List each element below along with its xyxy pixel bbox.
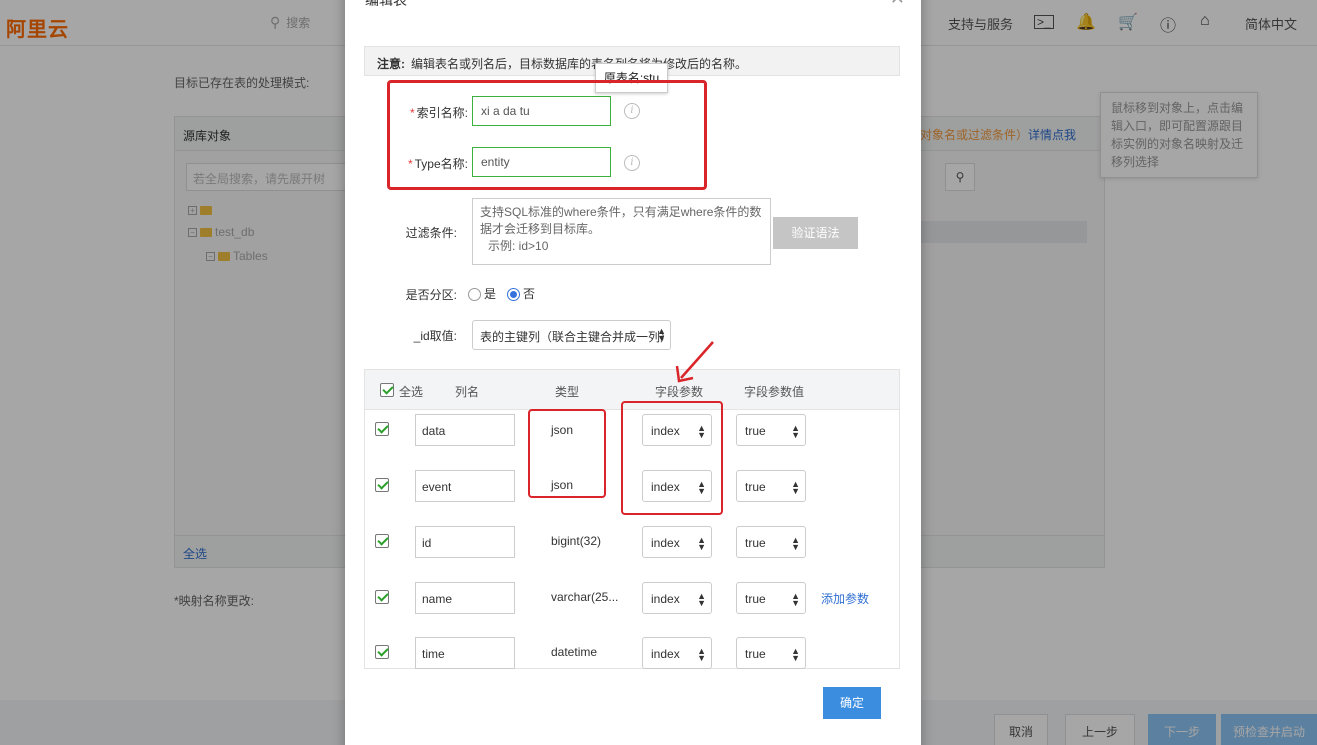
- column-name-input[interactable]: id: [415, 526, 515, 558]
- column-name-input[interactable]: name: [415, 582, 515, 614]
- header-column-name: 列名: [455, 385, 480, 399]
- column-name-input[interactable]: data: [415, 414, 515, 446]
- field-param-value-select[interactable]: true ▲ ▼: [736, 526, 806, 558]
- add-param-link[interactable]: 添加参数: [821, 590, 869, 607]
- partition-label: 是否分区:: [405, 288, 457, 302]
- annotation-box-names: [387, 80, 707, 190]
- select-all-checkbox[interactable]: [380, 383, 394, 397]
- annotation-box-type: [528, 409, 606, 498]
- field-param-select[interactable]: index ▲ ▼: [642, 526, 712, 558]
- header-type: 类型: [555, 385, 580, 399]
- column-type: varchar(25...: [551, 590, 619, 604]
- close-icon[interactable]: ✕: [890, 0, 905, 9]
- edit-table-dialog: 编辑表 ✕ 注意:编辑表名或列名后，目标数据库的表名列名将为修改后的名称。 *索…: [345, 0, 921, 745]
- column-name-input[interactable]: time: [415, 637, 515, 669]
- row-checkbox[interactable]: [375, 534, 389, 548]
- field-param-select[interactable]: index ▲ ▼: [642, 637, 712, 669]
- field-param-select[interactable]: index ▲ ▼: [642, 582, 712, 614]
- field-param-value-select[interactable]: true ▲ ▼: [736, 414, 806, 446]
- confirm-button[interactable]: 确定: [823, 687, 881, 719]
- filter-label: 过滤条件:: [405, 226, 457, 240]
- partition-yes-radio[interactable]: 是: [468, 285, 496, 302]
- filter-textarea[interactable]: 支持SQL标准的where条件，只有满足where条件的数据才会迁移到目标库。 …: [472, 198, 771, 265]
- row-checkbox[interactable]: [375, 478, 389, 492]
- dialog-title: 编辑表: [365, 0, 407, 8]
- header-select-all: 全选: [399, 385, 424, 399]
- annotation-box-param: [621, 401, 723, 515]
- column-type: datetime: [551, 645, 598, 659]
- annotation-arrow-icon: [675, 341, 714, 383]
- column-name-input[interactable]: event: [415, 470, 515, 502]
- field-param-value-select[interactable]: true ▲ ▼: [736, 637, 806, 669]
- field-param-value-select[interactable]: true ▲ ▼: [736, 470, 806, 502]
- column-type: bigint(32): [551, 534, 602, 548]
- id-value-select[interactable]: 表的主键列（联合主键合并成一列） ▲ ▼: [472, 320, 671, 350]
- field-param-value-select[interactable]: true ▲ ▼: [736, 582, 806, 614]
- id-value-label: _id取值:: [413, 329, 457, 343]
- row-checkbox[interactable]: [375, 422, 389, 436]
- row-checkbox[interactable]: [375, 590, 389, 604]
- row-checkbox[interactable]: [375, 645, 389, 659]
- verify-syntax-button[interactable]: 验证语法: [773, 217, 858, 249]
- header-field-param-value: 字段参数值: [744, 385, 805, 399]
- partition-no-radio[interactable]: 否: [507, 285, 535, 302]
